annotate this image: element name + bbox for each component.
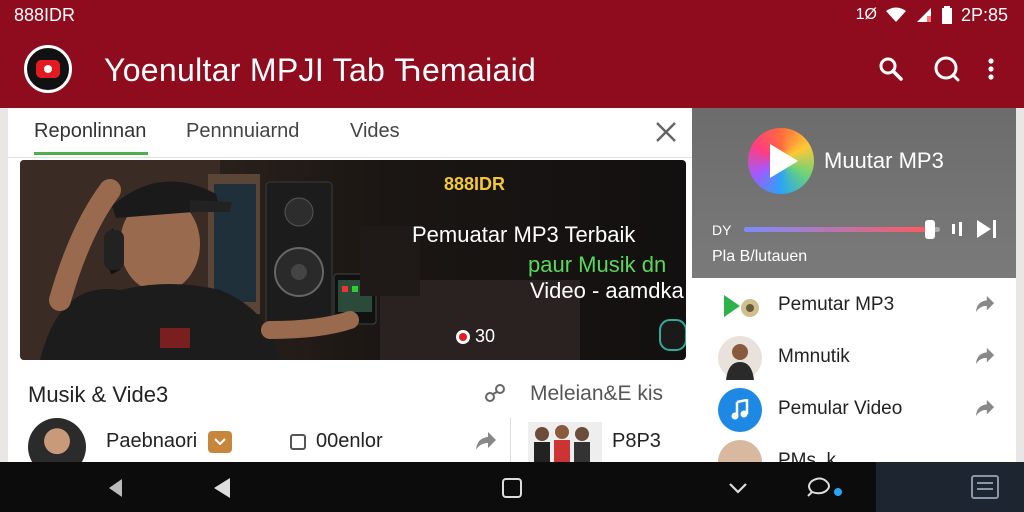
play-icon <box>770 144 798 178</box>
record-icon <box>456 329 470 344</box>
wifi-icon <box>885 7 906 22</box>
hero-view-count: 30 <box>456 326 495 347</box>
status-bar: 888IDR 1Ø 2P:85 <box>0 0 1024 30</box>
hero-tagline: Video - aamdka l <box>530 278 686 303</box>
list-item[interactable]: Pemutar MP3 <box>692 280 1016 332</box>
tab-vides[interactable]: Vides <box>350 120 400 143</box>
checkbox-icon[interactable] <box>290 434 306 450</box>
back-icon[interactable] <box>104 476 128 500</box>
back-triangle-icon[interactable] <box>210 476 234 500</box>
player-time: DY <box>712 222 732 238</box>
chevron-badge-icon <box>208 431 232 453</box>
sync-indicator: 1Ø <box>855 6 877 23</box>
share-icon[interactable] <box>974 294 996 314</box>
share-icon[interactable] <box>974 398 996 418</box>
more-vert-icon <box>988 58 994 80</box>
app-title: Yoenultar MPJI Tab Ћemaiaid <box>104 52 537 88</box>
chat-icon[interactable] <box>804 476 844 500</box>
link-icon[interactable] <box>482 382 508 404</box>
player-title: Muutar MP3 <box>824 148 944 173</box>
search-icon <box>879 57 903 81</box>
close-icon[interactable] <box>652 118 680 146</box>
list-item-label[interactable]: 00enlor <box>316 430 383 453</box>
music-note-icon <box>718 388 762 432</box>
search-circle-icon <box>934 56 960 82</box>
list-item-label: Pemular Video <box>778 398 903 419</box>
section-secondary-title: Meleian&E kis <box>530 382 664 405</box>
carrier-label: 888IDR <box>14 4 76 25</box>
status-icons: 1Ø 2P:85 <box>856 5 1008 26</box>
navigation-bar <box>0 462 1024 512</box>
list-item-label: Pemutar MP3 <box>778 294 895 315</box>
overflow-menu-button[interactable] <box>976 54 1006 84</box>
chevron-down-icon[interactable] <box>726 476 750 500</box>
mini-player: Muutar MP3 DY Pla B/lutauen <box>692 108 1016 278</box>
share-icon[interactable] <box>474 430 498 452</box>
progress-slider[interactable] <box>744 220 940 239</box>
share-icon[interactable] <box>974 346 996 366</box>
nav-side-area <box>876 462 1024 512</box>
progress-handle[interactable] <box>925 220 936 239</box>
signal-icon <box>916 8 931 22</box>
screen: 888IDR 1Ø 2P:85 Yoenultar MPJI Tab Ћemai… <box>0 0 1024 512</box>
document-icon[interactable] <box>970 474 1000 500</box>
hero-brand-label: 888IDR <box>444 174 506 194</box>
player-panel: Muutar MP3 DY Pla B/lutauen Pemutar MP3 <box>692 108 1016 484</box>
tab-pennnuiarnd[interactable]: Pennnuiarnd <box>186 120 299 143</box>
app-logo[interactable] <box>24 45 72 93</box>
clock: 2P:85 <box>960 4 1008 25</box>
search-button[interactable] <box>876 54 906 84</box>
artist-avatar <box>718 336 762 380</box>
list-item-label[interactable]: Paebnaori <box>106 430 197 453</box>
view-count-label: 30 <box>475 326 496 346</box>
section-title: Musik & Vide3 <box>28 382 169 407</box>
player-logo <box>748 128 814 194</box>
group-thumbnail[interactable] <box>528 422 602 466</box>
active-tab-indicator <box>34 152 148 155</box>
logo-play-icon <box>36 60 60 78</box>
list-item[interactable]: Pemular Video <box>692 384 1016 436</box>
hero-headline: Pemuatar MP3 Terbaik <box>412 222 636 247</box>
skip-next-icon[interactable] <box>974 218 1000 240</box>
hero-subline: paur Musik dn <box>528 252 667 277</box>
battery-icon <box>941 6 952 24</box>
list-item-label[interactable]: P8P3 <box>612 430 661 453</box>
play-icon <box>718 284 762 328</box>
list-item[interactable]: Mmnutik <box>692 332 1016 384</box>
app-bar: Yoenultar MPJI Tab Ћemaiaid <box>0 30 1024 108</box>
progress-fill <box>744 227 931 232</box>
featured-video[interactable]: 888IDR Pemuatar MP3 Terbaik paur Musik d… <box>20 160 686 360</box>
player-subtitle: Pla B/lutauen <box>712 248 808 265</box>
volume-icon[interactable] <box>950 220 966 238</box>
home-icon[interactable] <box>500 476 524 500</box>
list-item-label: Mmnutik <box>778 346 850 367</box>
tab-bar: Reponlinnan Pennnuiarnd Vides <box>8 108 692 158</box>
chat-search-button[interactable] <box>932 54 962 84</box>
tab-reponlinnan[interactable]: Reponlinnan <box>34 120 146 143</box>
section-divider <box>510 418 511 462</box>
content-panel: Reponlinnan Pennnuiarnd Vides 888IDR Pem… <box>8 108 692 476</box>
